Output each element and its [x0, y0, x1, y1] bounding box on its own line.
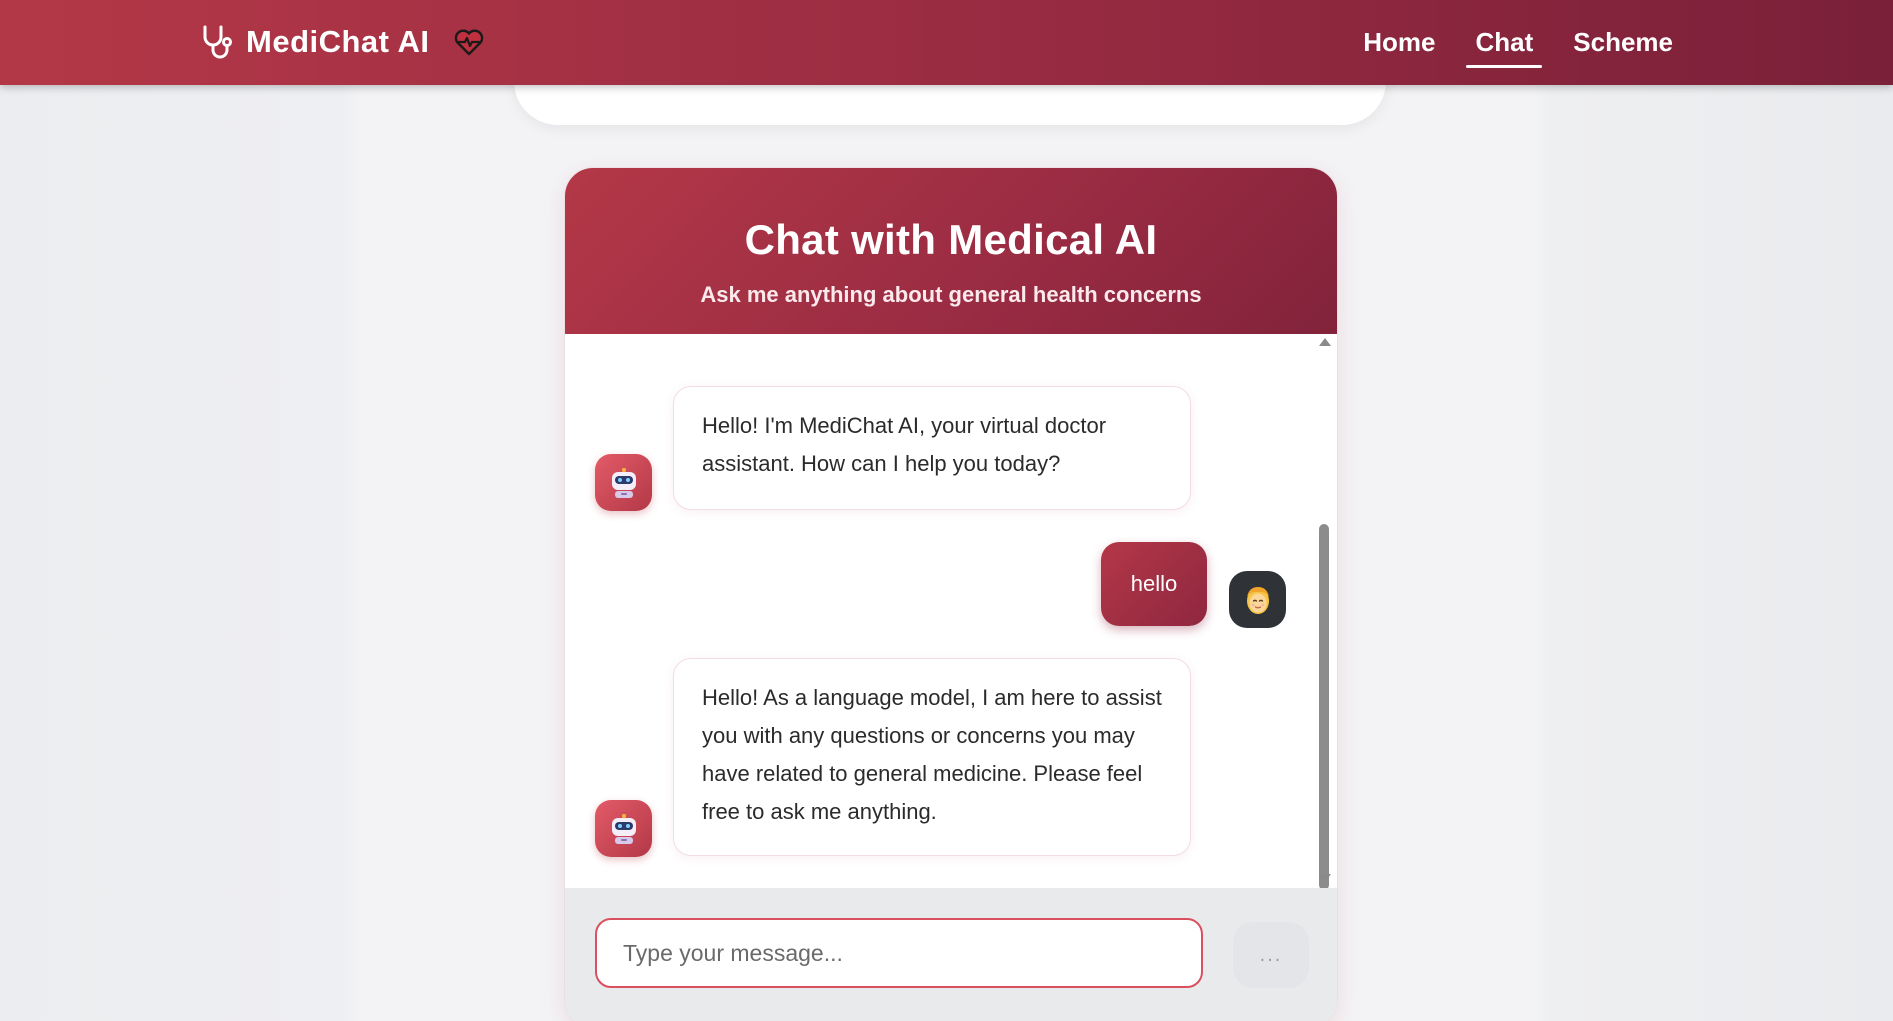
- chat-card: Chat with Medical AI Ask me anything abo…: [565, 168, 1337, 1021]
- top-navbar: MediChat AI Home Chat Scheme: [0, 0, 1893, 85]
- brand[interactable]: MediChat AI: [198, 20, 485, 64]
- messages-scrollbar[interactable]: [1315, 336, 1333, 890]
- message-text: hello: [1130, 571, 1178, 596]
- scroll-down-arrow-icon[interactable]: [1319, 874, 1331, 882]
- scroll-thumb[interactable]: [1319, 524, 1329, 890]
- bot-message-bubble: Hello! As a language model, I am here to…: [673, 658, 1191, 856]
- nav-link-scheme[interactable]: Scheme: [1553, 22, 1693, 62]
- message-text: Hello! As a language model, I am here to…: [702, 685, 1162, 824]
- robot-icon: [611, 467, 636, 498]
- nav-links: Home Chat Scheme: [1343, 20, 1693, 68]
- chat-subtitle: Ask me anything about general health con…: [700, 282, 1202, 307]
- heartbeat-icon: [453, 26, 485, 58]
- send-button[interactable]: ...: [1233, 922, 1309, 988]
- bot-avatar: [595, 800, 652, 857]
- nav-link-chat[interactable]: Chat: [1455, 22, 1553, 68]
- robot-icon: [611, 813, 636, 844]
- user-avatar: [1229, 571, 1286, 628]
- chat-input-area: ...: [565, 888, 1337, 1021]
- user-face-icon: [1246, 586, 1269, 614]
- chat-header: Chat with Medical AI Ask me anything abo…: [565, 168, 1337, 334]
- chat-title: Chat with Medical AI: [744, 216, 1158, 263]
- stethoscope-icon: [198, 23, 236, 61]
- message-text: Hello! I'm MediChat AI, your virtual doc…: [702, 413, 1107, 476]
- nav-link-home[interactable]: Home: [1343, 22, 1455, 62]
- bot-message-bubble: Hello! I'm MediChat AI, your virtual doc…: [673, 386, 1191, 510]
- bot-avatar: [595, 454, 652, 511]
- user-message-bubble: hello: [1101, 542, 1207, 626]
- message-input[interactable]: [595, 918, 1203, 988]
- brand-name: MediChat AI: [246, 24, 430, 59]
- scroll-up-arrow-icon[interactable]: [1319, 338, 1331, 346]
